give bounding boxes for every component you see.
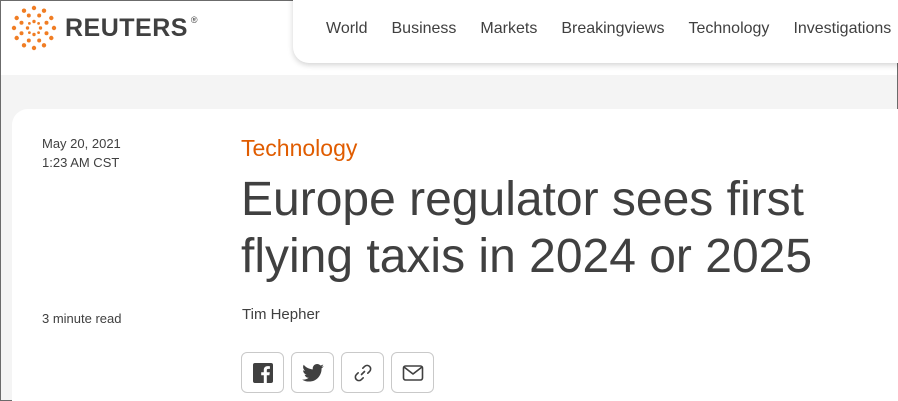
nav-business[interactable]: Business xyxy=(392,20,457,38)
logo-wordmark: REUTERS ® xyxy=(65,13,197,43)
author-link[interactable]: Tim Hepher xyxy=(242,306,320,323)
email-icon xyxy=(402,364,423,381)
share-facebook-button[interactable] xyxy=(241,352,284,393)
main-nav: World Business Markets Breakingviews Tec… xyxy=(326,20,898,38)
nav-breakingviews[interactable]: Breakingviews xyxy=(561,20,664,38)
facebook-icon xyxy=(252,362,273,383)
article-headline: Europe regulator sees first flying taxis… xyxy=(241,171,861,285)
article-date: May 20, 2021 xyxy=(42,136,121,151)
link-icon xyxy=(354,364,371,381)
read-time: 3 minute read xyxy=(42,311,122,326)
nav-world[interactable]: World xyxy=(326,20,368,38)
share-email-button[interactable] xyxy=(391,352,434,393)
twitter-icon xyxy=(301,363,324,382)
article-time: 1:23 AM CST xyxy=(42,155,120,170)
copy-link-button[interactable] xyxy=(341,352,384,393)
section-link-technology[interactable]: Technology xyxy=(241,135,357,162)
nav-investigations[interactable]: Investigations xyxy=(793,20,891,38)
headline-line-2: flying taxis in 2024 or 2025 xyxy=(241,230,813,283)
logo-text: REUTERS xyxy=(65,13,188,42)
nav-markets[interactable]: Markets xyxy=(480,20,537,38)
logo-registered-mark: ® xyxy=(190,14,198,25)
nav-technology[interactable]: Technology xyxy=(688,20,769,38)
share-twitter-button[interactable] xyxy=(291,352,334,393)
reuters-logo[interactable]: REUTERS ® xyxy=(11,5,197,51)
headline-line-1: Europe regulator sees first xyxy=(241,173,804,226)
reuters-logo-icon xyxy=(11,5,57,51)
